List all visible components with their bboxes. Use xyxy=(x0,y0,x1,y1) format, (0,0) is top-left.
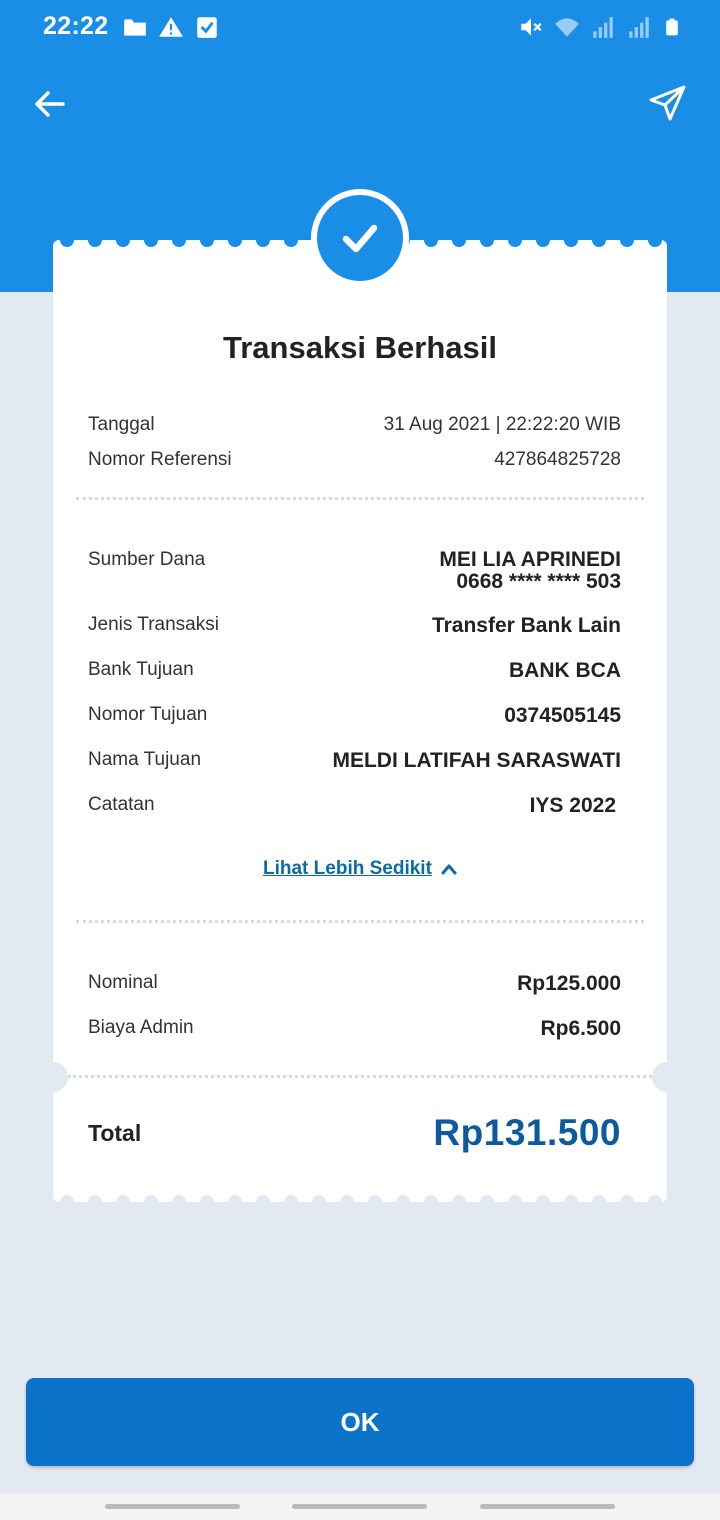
wifi-icon xyxy=(555,18,579,37)
mute-icon xyxy=(521,18,542,36)
nominal-row: Nominal Rp125.000 xyxy=(88,972,621,1000)
receipt-left-notch xyxy=(38,1062,68,1092)
dest-name-value: MELDI LATIFAH SARASWATI xyxy=(332,749,621,772)
show-less-label: Lihat Lebih Sedikit xyxy=(263,858,432,879)
dest-name-row: Nama Tujuan MELDI LATIFAH SARASWATI xyxy=(88,749,621,777)
total-label: Total xyxy=(88,1120,142,1146)
divider xyxy=(76,920,644,923)
success-badge xyxy=(311,189,409,287)
type-label: Jenis Transaksi xyxy=(88,614,219,635)
divider xyxy=(68,1075,652,1078)
dest-name-label: Nama Tujuan xyxy=(88,749,202,770)
receipt-bottom-edge xyxy=(60,1195,662,1209)
type-row: Jenis Transaksi Transfer Bank Lain xyxy=(88,614,621,642)
ok-button[interactable]: OK xyxy=(26,1378,694,1466)
date-value: 31 Aug 2021 | 22:22:20 WIB xyxy=(383,414,621,435)
status-right-icons xyxy=(518,14,682,40)
source-value: MEI LIA APRINEDI 0668 **** **** 503 xyxy=(439,549,621,593)
reference-row: Nomor Referensi 427864825728 xyxy=(88,449,621,475)
chevron-up-icon xyxy=(441,864,457,875)
bank-label: Bank Tujuan xyxy=(88,659,194,680)
note-value: IYS 2022 xyxy=(529,794,616,817)
bank-row: Bank Tujuan BANK BCA xyxy=(88,659,621,687)
type-value: Transfer Bank Lain xyxy=(431,614,621,637)
battery-icon xyxy=(666,18,678,36)
dest-number-label: Nomor Tujuan xyxy=(88,704,208,725)
admin-fee-value: Rp6.500 xyxy=(540,1017,621,1040)
note-label: Catatan xyxy=(88,794,155,815)
nominal-label: Nominal xyxy=(88,972,158,993)
source-row: Sumber Dana MEI LIA APRINEDI 0668 **** *… xyxy=(88,549,621,595)
source-name: MEI LIA APRINEDI xyxy=(439,548,621,571)
warning-icon xyxy=(159,17,183,37)
admin-fee-row: Biaya Admin Rp6.500 xyxy=(88,1017,621,1045)
check-icon xyxy=(342,224,378,253)
receipt-right-notch xyxy=(652,1062,682,1092)
nav-recents-button[interactable] xyxy=(105,1504,240,1509)
status-left-icons xyxy=(122,14,220,40)
signal-icon xyxy=(629,17,649,38)
total-value: Rp131.500 xyxy=(433,1112,621,1153)
source-account: 0668 **** **** 503 xyxy=(456,570,621,593)
page-title: Transaksi Berhasil xyxy=(223,330,497,365)
system-nav-bar xyxy=(0,1493,720,1520)
reference-value: 427864825728 xyxy=(494,449,621,470)
note-row: Catatan IYS 2022 xyxy=(88,794,621,822)
date-row: Tanggal 31 Aug 2021 | 22:22:20 WIB xyxy=(88,414,621,440)
send-icon[interactable] xyxy=(646,82,688,124)
date-label: Tanggal xyxy=(88,414,155,435)
dest-number-value: 0374505145 xyxy=(504,704,621,727)
show-less-link[interactable]: Lihat Lebih Sedikit xyxy=(263,858,458,880)
admin-fee-label: Biaya Admin xyxy=(88,1017,194,1038)
back-arrow-icon[interactable] xyxy=(30,84,70,124)
divider xyxy=(76,497,644,500)
folder-icon xyxy=(124,19,146,36)
reference-label: Nomor Referensi xyxy=(88,449,232,470)
status-bar: 22:22 xyxy=(0,0,720,56)
bank-value: BANK BCA xyxy=(509,659,621,682)
nav-back-button[interactable] xyxy=(480,1504,615,1509)
source-label: Sumber Dana xyxy=(88,549,206,570)
nav-home-button[interactable] xyxy=(292,1504,427,1509)
nominal-value: Rp125.000 xyxy=(517,972,621,995)
dest-number-row: Nomor Tujuan 0374505145 xyxy=(88,704,621,732)
checkbox-icon xyxy=(197,17,217,38)
signal-icon xyxy=(593,17,613,38)
status-time: 22:22 xyxy=(43,12,109,40)
